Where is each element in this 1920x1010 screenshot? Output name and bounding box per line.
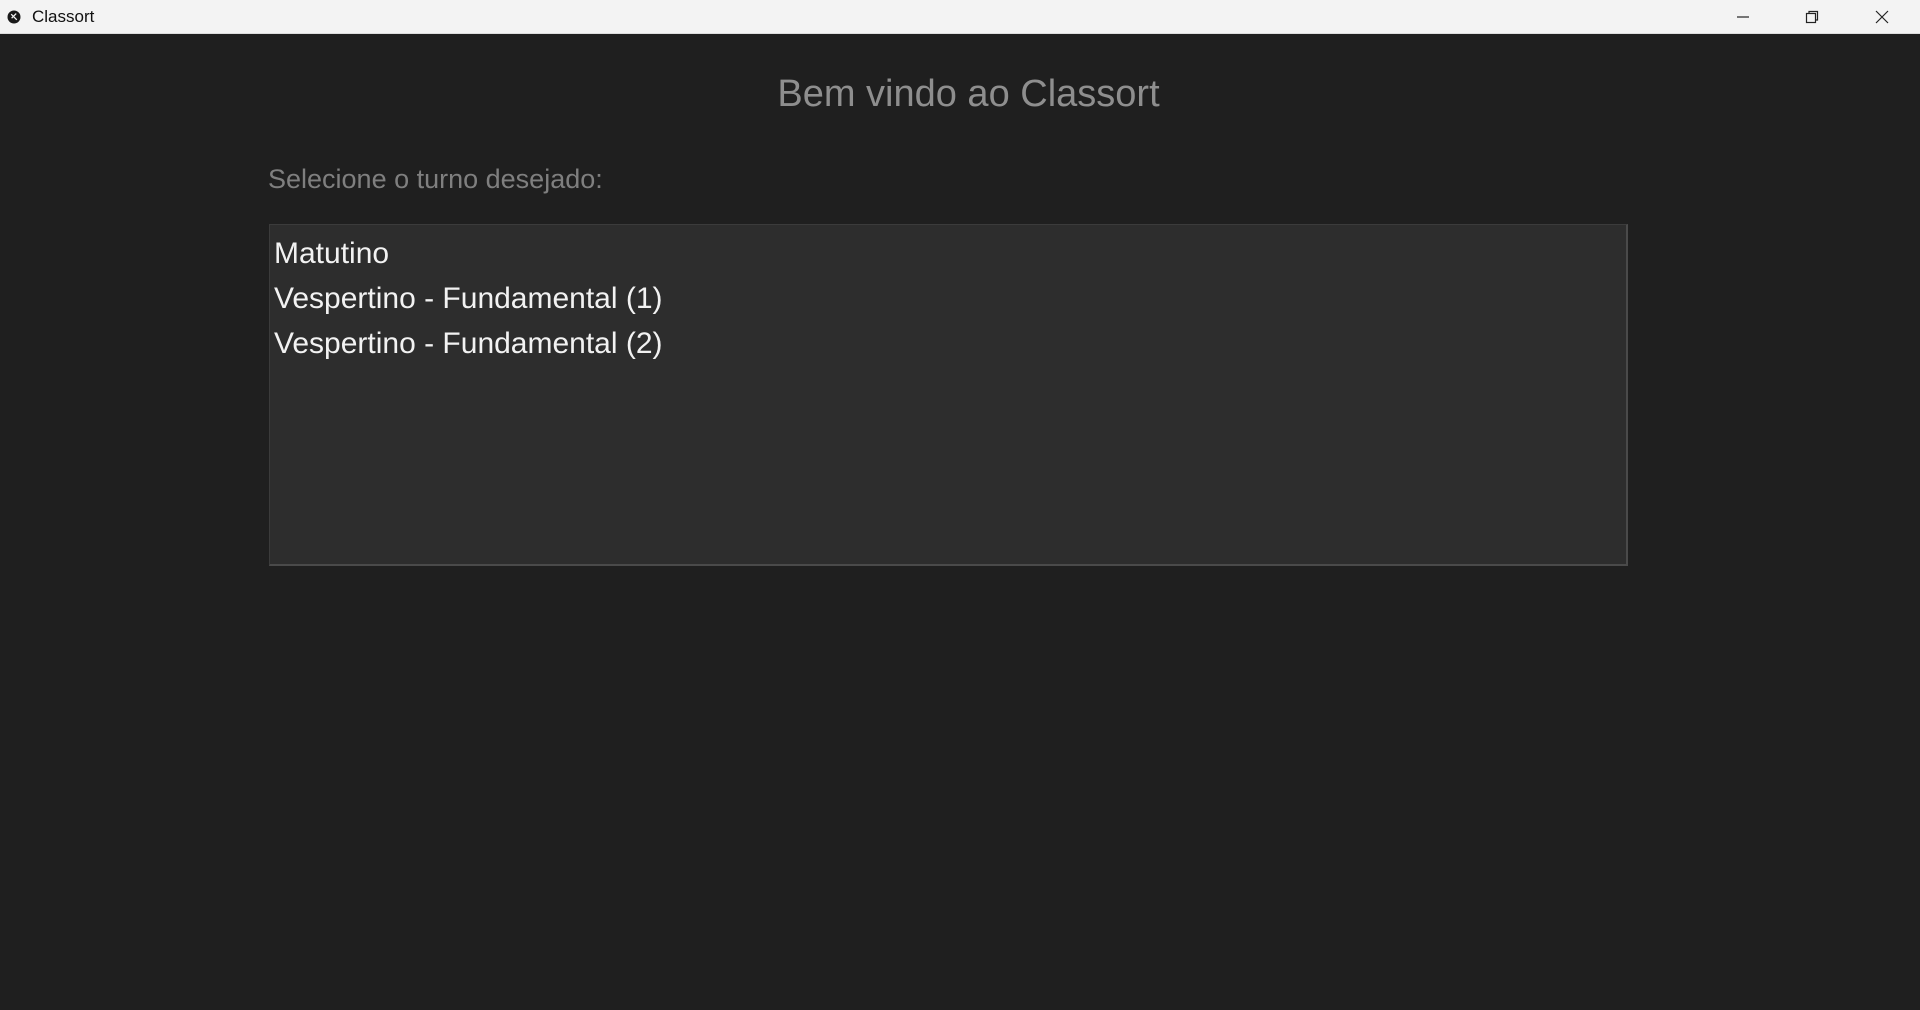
list-item-vespertino-fundamental-2[interactable]: Vespertino - Fundamental (2) <box>270 321 1626 366</box>
main-content: Bem vindo ao Classort Selecione o turno … <box>0 34 1920 1010</box>
restore-icon <box>1804 9 1820 25</box>
window-title: Classort <box>32 7 95 26</box>
minimize-icon <box>1735 9 1751 25</box>
close-icon <box>1874 9 1890 25</box>
close-button[interactable] <box>1848 0 1916 33</box>
restore-button[interactable] <box>1778 0 1846 33</box>
list-item-vespertino-fundamental-1[interactable]: Vespertino - Fundamental (1) <box>270 276 1626 321</box>
minimize-button[interactable] <box>1709 0 1777 33</box>
shift-prompt-label: Selecione o turno desejado: <box>268 164 603 194</box>
shift-listbox[interactable]: Matutino Vespertino - Fundamental (1) Ve… <box>269 224 1628 566</box>
welcome-heading: Bem vindo ao Classort <box>777 73 1160 115</box>
list-item-matutino[interactable]: Matutino <box>270 231 1626 276</box>
window-titlebar[interactable]: Classort <box>0 0 1920 34</box>
app-icon <box>7 10 21 24</box>
